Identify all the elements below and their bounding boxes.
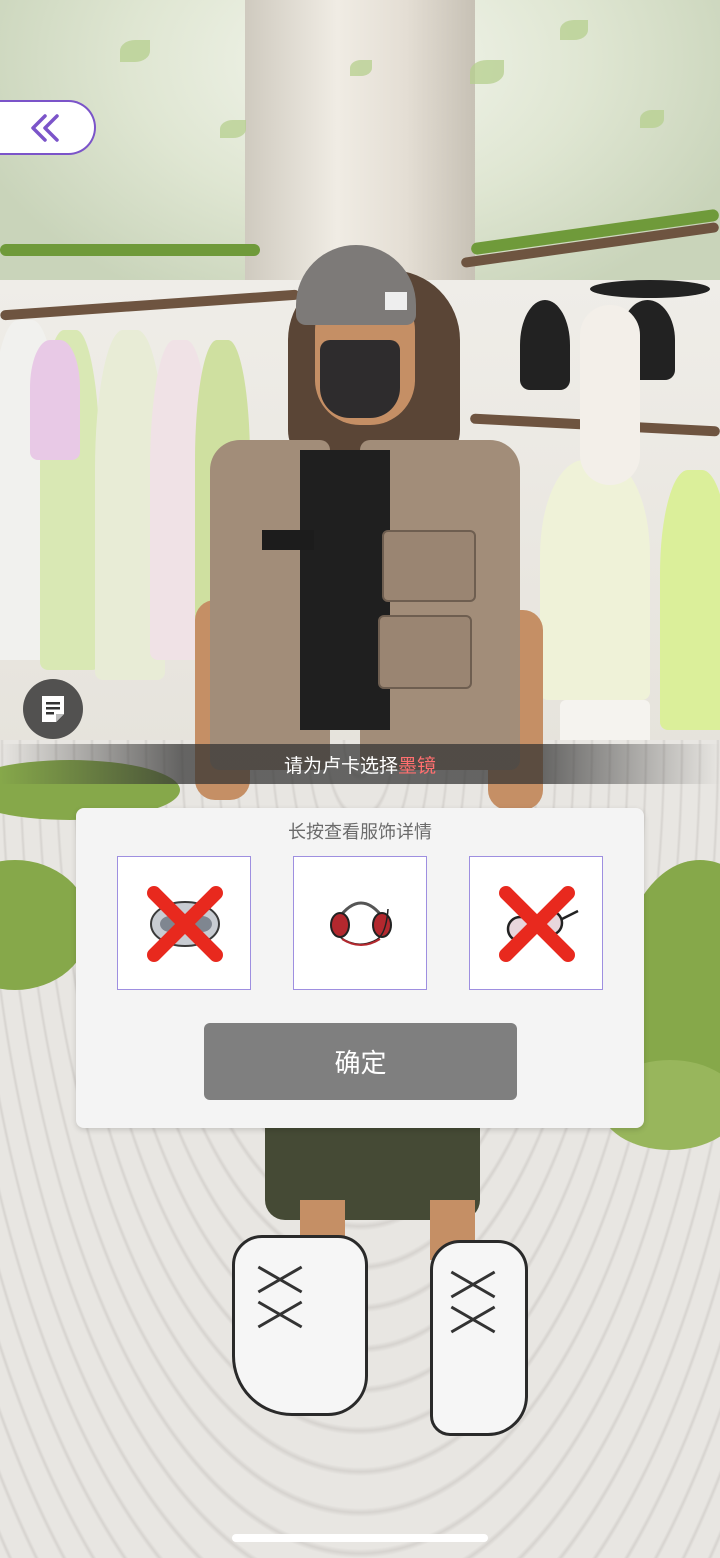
left-boot [232,1235,368,1416]
option-glasses[interactable] [469,856,603,990]
option-mask[interactable] [117,856,251,990]
face-mask [320,340,400,418]
back-button[interactable] [0,100,96,155]
red-x-icon [147,886,223,962]
notes-button[interactable] [23,679,83,739]
selection-prompt: 请为卢卡选择 墨镜 [0,744,720,784]
red-x-icon [499,886,575,962]
option-headset[interactable] [293,856,427,990]
prompt-highlight: 墨镜 [398,754,437,777]
beanie [296,245,416,325]
confirm-button[interactable]: 确定 [204,1023,517,1100]
right-boot [430,1240,528,1436]
prompt-text: 请为卢卡选择 [283,754,398,777]
double-chevron-left-icon [31,113,59,142]
home-indicator[interactable] [232,1534,488,1542]
notes-icon [42,696,64,722]
panel-hint: 长按查看服饰详情 [288,822,432,843]
headset-item-icon [330,901,392,946]
accessory-selection-panel: 长按查看服饰详情 确定 [76,808,644,1128]
